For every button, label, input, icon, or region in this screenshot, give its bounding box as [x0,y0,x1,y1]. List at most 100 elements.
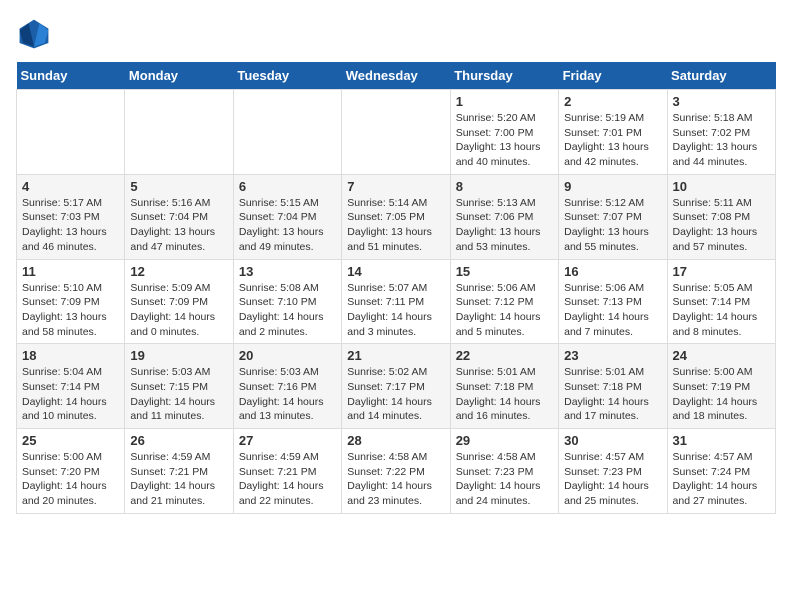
day-info: Sunrise: 4:59 AMSunset: 7:21 PMDaylight:… [130,450,227,509]
day-number: 7 [347,179,444,194]
calendar-cell: 2 Sunrise: 5:19 AMSunset: 7:01 PMDaylight… [559,90,667,175]
calendar-week-row: 11 Sunrise: 5:10 AMSunset: 7:09 PMDayligh… [17,259,776,344]
day-info: Sunrise: 5:16 AMSunset: 7:04 PMDaylight:… [130,196,227,255]
day-info: Sunrise: 5:00 AMSunset: 7:19 PMDaylight:… [673,365,770,424]
day-number: 31 [673,433,770,448]
calendar-cell: 25 Sunrise: 5:00 AMSunset: 7:20 PMDayligh… [17,429,125,514]
day-info: Sunrise: 5:11 AMSunset: 7:08 PMDaylight:… [673,196,770,255]
day-info: Sunrise: 5:01 AMSunset: 7:18 PMDaylight:… [456,365,553,424]
calendar-cell: 19 Sunrise: 5:03 AMSunset: 7:15 PMDayligh… [125,344,233,429]
day-number: 11 [22,264,119,279]
calendar-cell: 5Sunrise: 5:16 AMSunset: 7:04 PMDaylight… [125,174,233,259]
calendar-cell: 26 Sunrise: 4:59 AMSunset: 7:21 PMDayligh… [125,429,233,514]
day-info: Sunrise: 5:19 AMSunset: 7:01 PMDaylight:… [564,111,661,170]
calendar-cell: 29Sunrise: 4:58 AMSunset: 7:23 PMDayligh… [450,429,558,514]
day-number: 4 [22,179,119,194]
calendar-cell: 4 Sunrise: 5:17 AMSunset: 7:03 PMDaylight… [17,174,125,259]
calendar-cell: 10 Sunrise: 5:11 AMSunset: 7:08 PMDayligh… [667,174,775,259]
calendar-cell: 30Sunrise: 4:57 AMSunset: 7:23 PMDayligh… [559,429,667,514]
day-info: Sunrise: 5:03 AMSunset: 7:16 PMDaylight:… [239,365,336,424]
calendar-cell [125,90,233,175]
day-info: Sunrise: 5:13 AMSunset: 7:06 PMDaylight:… [456,196,553,255]
day-number: 27 [239,433,336,448]
calendar-cell: 17 Sunrise: 5:05 AMSunset: 7:14 PMDayligh… [667,259,775,344]
day-number: 18 [22,348,119,363]
calendar-cell: 27 Sunrise: 4:59 AMSunset: 7:21 PMDayligh… [233,429,341,514]
calendar-cell: 1 Sunrise: 5:20 AMSunset: 7:00 PMDaylight… [450,90,558,175]
day-info: Sunrise: 5:01 AMSunset: 7:18 PMDaylight:… [564,365,661,424]
day-info: Sunrise: 5:03 AMSunset: 7:15 PMDaylight:… [130,365,227,424]
day-number: 22 [456,348,553,363]
day-info: Sunrise: 5:08 AMSunset: 7:10 PMDaylight:… [239,281,336,340]
calendar-table: SundayMondayTuesdayWednesdayThursdayFrid… [16,62,776,514]
calendar-cell: 15 Sunrise: 5:06 AMSunset: 7:12 PMDayligh… [450,259,558,344]
day-number: 6 [239,179,336,194]
day-info: Sunrise: 5:20 AMSunset: 7:00 PMDaylight:… [456,111,553,170]
page-header [16,16,776,52]
day-number: 20 [239,348,336,363]
day-info: Sunrise: 4:57 AMSunset: 7:24 PMDaylight:… [673,450,770,509]
calendar-cell: 16Sunrise: 5:06 AMSunset: 7:13 PMDayligh… [559,259,667,344]
day-number: 17 [673,264,770,279]
day-info: Sunrise: 5:14 AMSunset: 7:05 PMDaylight:… [347,196,444,255]
day-info: Sunrise: 5:18 AMSunset: 7:02 PMDaylight:… [673,111,770,170]
day-number: 9 [564,179,661,194]
day-info: Sunrise: 5:04 AMSunset: 7:14 PMDaylight:… [22,365,119,424]
day-number: 2 [564,94,661,109]
day-number: 28 [347,433,444,448]
day-number: 3 [673,94,770,109]
day-number: 13 [239,264,336,279]
logo [16,16,56,52]
day-number: 24 [673,348,770,363]
day-info: Sunrise: 5:05 AMSunset: 7:14 PMDaylight:… [673,281,770,340]
day-number: 15 [456,264,553,279]
day-number: 23 [564,348,661,363]
calendar-cell: 31 Sunrise: 4:57 AMSunset: 7:24 PMDayligh… [667,429,775,514]
calendar-cell: 9 Sunrise: 5:12 AMSunset: 7:07 PMDaylight… [559,174,667,259]
day-number: 19 [130,348,227,363]
day-number: 14 [347,264,444,279]
calendar-cell: 24 Sunrise: 5:00 AMSunset: 7:19 PMDayligh… [667,344,775,429]
day-info: Sunrise: 5:02 AMSunset: 7:17 PMDaylight:… [347,365,444,424]
calendar-cell: 12 Sunrise: 5:09 AMSunset: 7:09 PMDayligh… [125,259,233,344]
day-number: 8 [456,179,553,194]
day-info: Sunrise: 5:17 AMSunset: 7:03 PMDaylight:… [22,196,119,255]
weekday-header-row: SundayMondayTuesdayWednesdayThursdayFrid… [17,62,776,90]
weekday-header: Saturday [667,62,775,90]
calendar-week-row: 1 Sunrise: 5:20 AMSunset: 7:00 PMDaylight… [17,90,776,175]
day-info: Sunrise: 5:06 AMSunset: 7:12 PMDaylight:… [456,281,553,340]
calendar-week-row: 25 Sunrise: 5:00 AMSunset: 7:20 PMDayligh… [17,429,776,514]
day-info: Sunrise: 5:07 AMSunset: 7:11 PMDaylight:… [347,281,444,340]
day-info: Sunrise: 5:00 AMSunset: 7:20 PMDaylight:… [22,450,119,509]
day-info: Sunrise: 5:10 AMSunset: 7:09 PMDaylight:… [22,281,119,340]
weekday-header: Wednesday [342,62,450,90]
day-number: 12 [130,264,227,279]
weekday-header: Tuesday [233,62,341,90]
calendar-cell: 3 Sunrise: 5:18 AMSunset: 7:02 PMDaylight… [667,90,775,175]
day-number: 26 [130,433,227,448]
calendar-cell [342,90,450,175]
day-info: Sunrise: 5:12 AMSunset: 7:07 PMDaylight:… [564,196,661,255]
calendar-cell: 18 Sunrise: 5:04 AMSunset: 7:14 PMDayligh… [17,344,125,429]
day-info: Sunrise: 5:15 AMSunset: 7:04 PMDaylight:… [239,196,336,255]
day-number: 21 [347,348,444,363]
day-info: Sunrise: 4:59 AMSunset: 7:21 PMDaylight:… [239,450,336,509]
day-number: 30 [564,433,661,448]
calendar-week-row: 4 Sunrise: 5:17 AMSunset: 7:03 PMDaylight… [17,174,776,259]
calendar-cell: 21 Sunrise: 5:02 AMSunset: 7:17 PMDayligh… [342,344,450,429]
calendar-cell: 11 Sunrise: 5:10 AMSunset: 7:09 PMDayligh… [17,259,125,344]
calendar-cell: 6 Sunrise: 5:15 AMSunset: 7:04 PMDaylight… [233,174,341,259]
weekday-header: Monday [125,62,233,90]
weekday-header: Sunday [17,62,125,90]
day-number: 1 [456,94,553,109]
weekday-header: Thursday [450,62,558,90]
calendar-cell: 20 Sunrise: 5:03 AMSunset: 7:16 PMDayligh… [233,344,341,429]
calendar-cell: 13 Sunrise: 5:08 AMSunset: 7:10 PMDayligh… [233,259,341,344]
weekday-header: Friday [559,62,667,90]
calendar-cell: 28Sunrise: 4:58 AMSunset: 7:22 PMDayligh… [342,429,450,514]
day-info: Sunrise: 5:09 AMSunset: 7:09 PMDaylight:… [130,281,227,340]
day-number: 29 [456,433,553,448]
day-number: 10 [673,179,770,194]
day-number: 25 [22,433,119,448]
calendar-cell [233,90,341,175]
